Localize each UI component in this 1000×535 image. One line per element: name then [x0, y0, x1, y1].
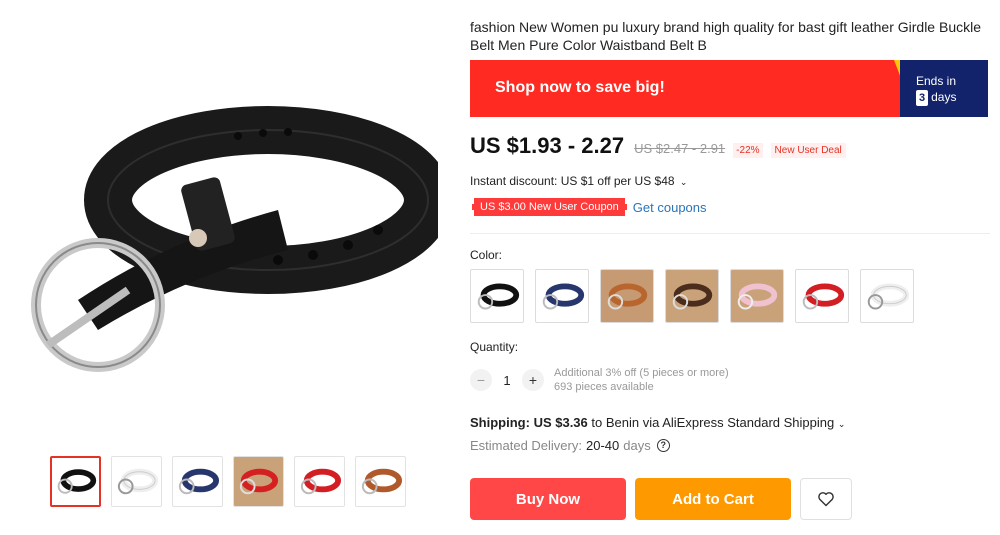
quantity-plus-button[interactable]: +	[522, 369, 544, 391]
thumbnail-navy[interactable]	[172, 456, 223, 507]
product-title: fashion New Women pu luxury brand high q…	[470, 19, 982, 53]
color-swatch-brown[interactable]	[600, 269, 654, 323]
promo-banner[interactable]: Shop now to save big! Ends in 3 days	[470, 60, 988, 117]
thumbnail-brown[interactable]	[355, 456, 406, 507]
discount-badge: -22%	[733, 143, 763, 158]
shipping-destination: to Benin via AliExpress Standard Shippin…	[591, 415, 835, 430]
current-price: US $1.93 - 2.27	[470, 133, 625, 158]
divider	[470, 233, 990, 234]
color-swatch-red[interactable]	[795, 269, 849, 323]
color-swatch-white[interactable]	[860, 269, 914, 323]
original-price: US $2.47 - 2.91	[634, 141, 726, 156]
promo-days-count: 3	[916, 90, 929, 106]
thumbnail-black[interactable]	[50, 456, 101, 507]
thumbnail-red[interactable]	[294, 456, 345, 507]
chevron-down-icon: ⌄	[837, 419, 846, 429]
delivery-unit: days	[623, 438, 651, 453]
thumbnail-white[interactable]	[111, 456, 162, 507]
quantity-note: Additional 3% off (5 pieces or more) 693…	[554, 366, 729, 394]
color-swatch-pink[interactable]	[730, 269, 784, 323]
instant-discount[interactable]: Instant discount: US $1 off per US $48 ⌄	[470, 174, 687, 188]
instant-discount-text: Instant discount: US $1 off per US $48	[470, 174, 675, 188]
thumbnail-strip	[50, 456, 406, 507]
bulk-discount-note: Additional 3% off (5 pieces or more)	[554, 367, 729, 379]
promo-text: Shop now to save big!	[495, 79, 665, 96]
chevron-down-icon: ⌄	[679, 177, 688, 187]
color-label: Color:	[470, 248, 503, 262]
add-to-cart-button[interactable]: Add to Cart	[635, 478, 791, 520]
new-user-deal-badge: New User Deal	[770, 143, 846, 158]
promo-days-label: days	[931, 90, 957, 104]
delivery-label: Estimated Delivery:	[470, 438, 582, 453]
get-coupons-link[interactable]: Get coupons	[633, 200, 707, 215]
help-icon[interactable]: ?	[656, 439, 670, 452]
pieces-available: 693 pieces available	[554, 381, 654, 393]
heart-icon	[818, 492, 834, 507]
quantity-minus-button[interactable]: −	[470, 369, 492, 391]
wishlist-button[interactable]	[800, 478, 852, 520]
quantity-value[interactable]: 1	[492, 373, 522, 388]
promo-countdown: Ends in 3 days	[900, 60, 988, 117]
quantity-stepper: − 1 + Additional 3% off (5 pieces or mor…	[470, 366, 729, 394]
shipping-info[interactable]: Shipping: US $3.36 to Benin via AliExpre…	[470, 415, 845, 430]
estimated-delivery: Estimated Delivery: 20-40 days ?	[470, 438, 670, 453]
buy-now-button[interactable]: Buy Now	[470, 478, 626, 520]
coupon-row: US $3.00 New User Coupon Get coupons	[472, 198, 707, 216]
new-user-coupon[interactable]: US $3.00 New User Coupon	[472, 198, 627, 216]
thumbnail-red-tan[interactable]	[233, 456, 284, 507]
promo-ends-label: Ends in	[916, 74, 957, 88]
shipping-label: Shipping:	[470, 415, 530, 430]
quantity-label: Quantity:	[470, 340, 519, 354]
color-swatches	[470, 269, 914, 323]
color-swatch-navy[interactable]	[535, 269, 589, 323]
price-row: US $1.93 - 2.27 US $2.47 - 2.91 -22% New…	[470, 133, 846, 159]
shipping-price: US $3.36	[533, 415, 588, 430]
delivery-value: 20-40	[585, 438, 620, 453]
main-product-image[interactable]	[18, 60, 452, 440]
color-swatch-black[interactable]	[470, 269, 524, 323]
color-swatch-dark-brown[interactable]	[665, 269, 719, 323]
promo-days: 3 days	[916, 89, 956, 106]
